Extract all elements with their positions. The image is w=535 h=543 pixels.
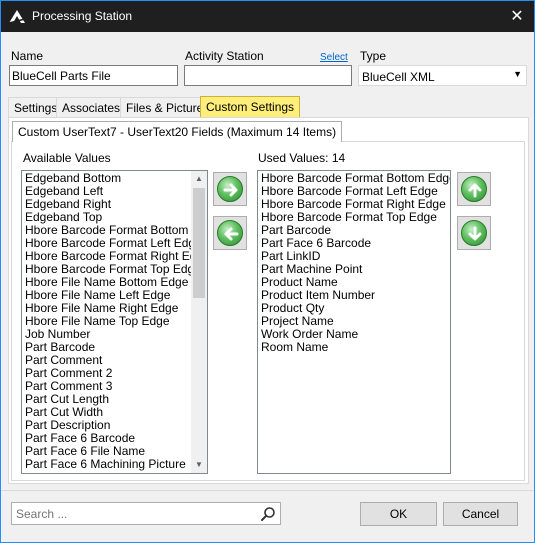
used-item[interactable]: Room Name xyxy=(261,341,447,354)
scroll-down-icon[interactable]: ▼ xyxy=(191,457,207,473)
move-up-button[interactable] xyxy=(457,172,491,206)
search-icon[interactable] xyxy=(260,506,276,522)
scroll-up-icon[interactable]: ▲ xyxy=(191,171,207,187)
used-values-label: Used Values: 14 xyxy=(258,151,346,165)
title-bar: Processing Station ✕ xyxy=(1,1,534,32)
available-values-list[interactable]: Edgeband Bottom Edgeband Left Edgeband Rig… xyxy=(21,170,208,474)
subtab-usertext[interactable]: Custom UserText7 - UserText20 Fields (Ma… xyxy=(12,121,343,142)
window-title: Processing Station xyxy=(32,9,133,23)
tab-custom-settings-label: Custom Settings xyxy=(206,100,295,114)
tab-associates-label: Associates xyxy=(62,101,121,115)
move-down-button[interactable] xyxy=(457,216,491,250)
processing-station-window: Processing Station ✕ Name BlueCell Parts… xyxy=(0,0,535,543)
chevron-down-icon: ▼ xyxy=(513,69,522,79)
tab-custom-settings[interactable]: Custom Settings xyxy=(200,96,301,118)
tab-settings-label: Settings xyxy=(14,101,58,115)
name-label: Name xyxy=(11,49,44,63)
type-label: Type xyxy=(360,49,387,63)
arrow-right-icon xyxy=(223,183,238,197)
available-values-label: Available Values xyxy=(23,151,111,165)
tab-files-pictures-label: Files & Pictures xyxy=(126,101,210,115)
footer-divider xyxy=(1,490,534,491)
activity-station-label: Activity Station xyxy=(185,49,264,63)
cancel-button[interactable]: Cancel xyxy=(443,502,518,526)
close-icon: ✕ xyxy=(510,8,524,25)
activity-station-field[interactable] xyxy=(184,65,352,86)
activity-select-link[interactable]: Select xyxy=(320,52,348,63)
type-select[interactable]: BlueCell XML ▼ xyxy=(358,65,527,86)
available-values-items: Edgeband Bottom Edgeband Left Edgeband Rig… xyxy=(22,171,207,472)
subtab-usertext-label: Custom UserText7 - UserText20 Fields (Ma… xyxy=(18,125,337,139)
used-values-list[interactable]: Hbore Barcode Format Bottom Edge Hbore Ba… xyxy=(257,170,451,474)
used-values-items: Hbore Barcode Format Bottom Edge Hbore Ba… xyxy=(258,171,450,355)
search-box[interactable] xyxy=(11,502,281,525)
ok-button[interactable]: OK xyxy=(360,502,437,526)
tab-associates[interactable]: Associates xyxy=(56,97,127,117)
arrow-left-icon xyxy=(224,227,239,241)
search-input[interactable] xyxy=(16,506,256,521)
close-button[interactable]: ✕ xyxy=(500,1,534,32)
app-logo-icon xyxy=(8,10,26,24)
name-field[interactable]: BlueCell Parts File xyxy=(9,65,178,86)
type-select-value: BlueCell XML xyxy=(362,70,435,84)
arrow-up-icon xyxy=(468,183,482,198)
add-to-used-button[interactable] xyxy=(213,172,247,206)
remove-from-used-button[interactable] xyxy=(213,216,247,250)
available-item[interactable]: Part Face 6 Machining Picture xyxy=(25,458,204,471)
scroll-thumb[interactable] xyxy=(193,188,205,298)
available-scrollbar[interactable]: ▲ ▼ xyxy=(191,171,207,473)
arrow-down-icon xyxy=(468,226,482,241)
